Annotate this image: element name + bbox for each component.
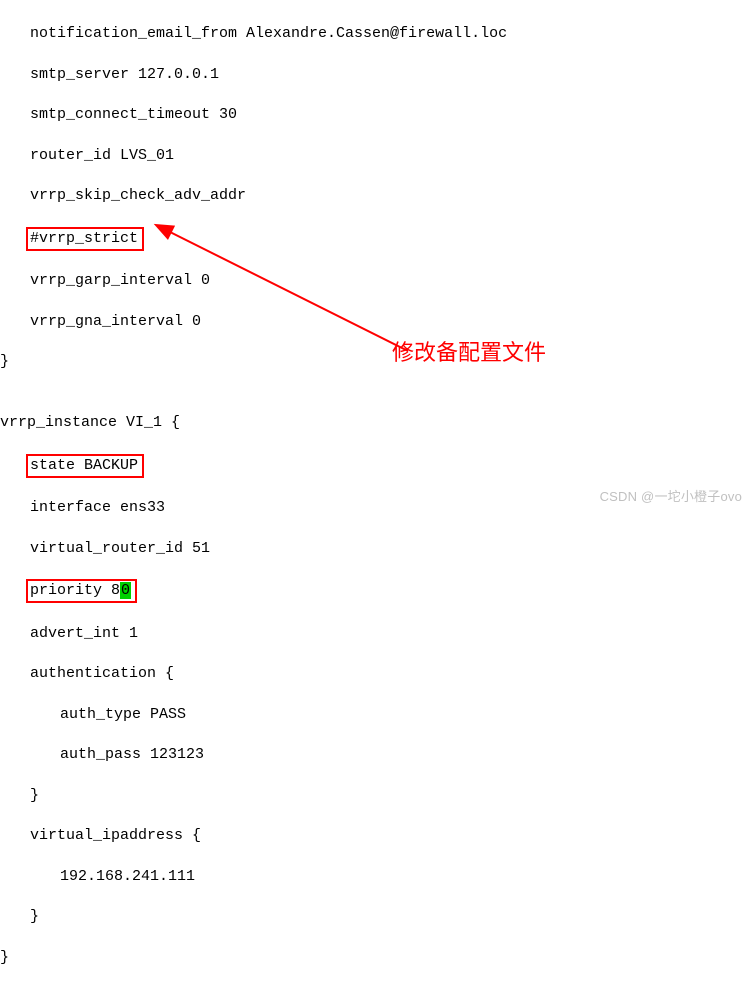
- code-line: #vrrp_strict: [0, 227, 756, 251]
- code-line: vrrp_garp_interval 0: [0, 271, 756, 291]
- code-line: }: [0, 786, 756, 806]
- highlight-box-2: state BACKUP: [26, 454, 144, 478]
- code-line: router_id LVS_01: [0, 146, 756, 166]
- code-line: advert_int 1: [0, 624, 756, 644]
- code-line: }: [0, 352, 756, 372]
- code-line: vrrp_instance VI_1 {: [0, 413, 756, 433]
- code-line: virtual_ipaddress {: [0, 826, 756, 846]
- code-line: priority 80: [0, 579, 756, 603]
- watermark-text: CSDN @一坨小橙子ovo: [600, 488, 742, 506]
- code-line: authentication {: [0, 664, 756, 684]
- code-line: auth_pass 123123: [0, 745, 756, 765]
- code-line: vrrp_gna_interval 0: [0, 312, 756, 332]
- code-line: smtp_server 127.0.0.1: [0, 65, 756, 85]
- code-line: 192.168.241.111: [0, 867, 756, 887]
- code-line: vrrp_skip_check_adv_addr: [0, 186, 756, 206]
- priority-text: priority 8: [30, 582, 120, 599]
- code-line: smtp_connect_timeout 30: [0, 105, 756, 125]
- annotation-label: 修改备配置文件: [392, 338, 546, 368]
- code-line: auth_type PASS: [0, 705, 756, 725]
- cursor-char: 0: [120, 582, 131, 599]
- code-line: }: [0, 948, 756, 968]
- code-line: state BACKUP: [0, 454, 756, 478]
- code-line: virtual_router_id 51: [0, 539, 756, 559]
- highlight-box-3: priority 80: [26, 579, 137, 603]
- code-line: notification_email_from Alexandre.Cassen…: [0, 24, 756, 44]
- highlight-box-1: #vrrp_strict: [26, 227, 144, 251]
- code-line: }: [0, 907, 756, 927]
